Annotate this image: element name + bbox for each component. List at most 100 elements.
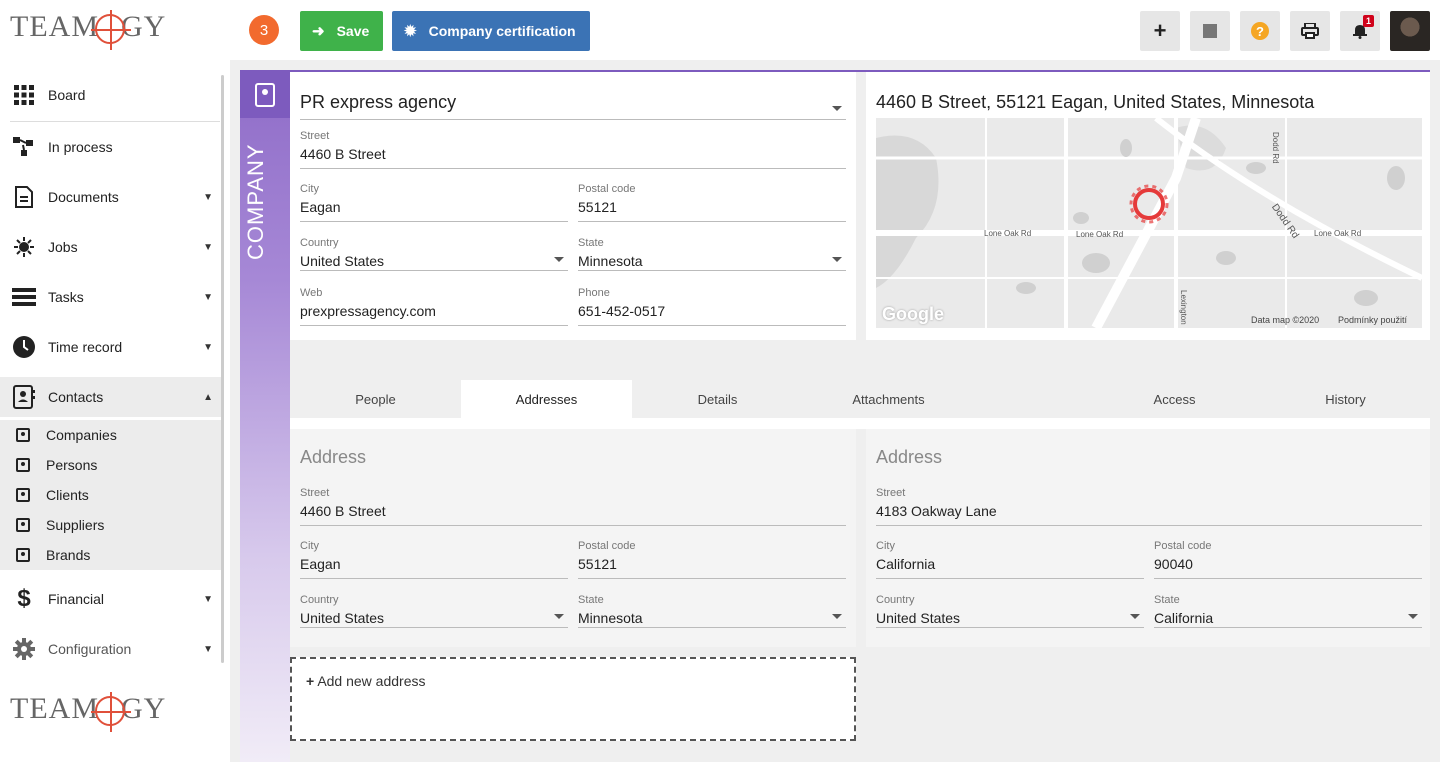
sidebar-item-label: Financial <box>48 591 105 607</box>
country-select[interactable]: Country United States <box>876 594 1144 628</box>
field-label: State <box>1154 594 1180 606</box>
postal-code-field[interactable]: Postal code 55121 <box>578 183 846 222</box>
sidebar-subitem-brands[interactable]: Brands <box>0 540 221 570</box>
help-button[interactable]: ? <box>1240 11 1280 51</box>
postal-code-field[interactable]: Postal code 55121 <box>578 540 846 579</box>
caret-down-icon: ▼ <box>203 191 213 203</box>
sidebar-item-board[interactable]: Board <box>0 75 221 115</box>
sidebar-item-label: Contacts <box>48 389 104 405</box>
field-label: State <box>578 594 604 606</box>
sidebar-item-label: Board <box>48 87 86 103</box>
caret-down-icon: ▼ <box>203 341 213 353</box>
sidebar-item-configuration[interactable]: Configuration ▼ <box>0 629 221 669</box>
tab-people[interactable]: People <box>290 380 461 418</box>
dropdown-arrow-icon <box>554 614 564 619</box>
address-card: Address Street 4460 B Street City Eagan … <box>290 429 856 647</box>
state-select[interactable]: State California <box>1154 594 1422 628</box>
dropdown-arrow-icon <box>1408 614 1418 619</box>
location-map[interactable]: Lone Oak Rd Lone Oak Rd Lone Oak Rd Dodd… <box>876 118 1422 328</box>
city-field[interactable]: City California <box>876 540 1144 579</box>
field-value: 4460 B Street <box>300 503 386 519</box>
sidebar-item-label: Jobs <box>48 239 78 255</box>
sidebar-item-contacts[interactable]: Contacts ▲ <box>0 377 221 417</box>
sidebar-item-jobs[interactable]: Jobs ▼ <box>0 227 221 267</box>
field-label: Country <box>876 594 915 606</box>
field-label: Phone <box>578 287 610 299</box>
document-icon <box>12 185 36 209</box>
city-field[interactable]: City Eagan <box>300 183 568 222</box>
logo-text: TEAM <box>10 692 99 725</box>
caret-down-icon: ▼ <box>203 291 213 303</box>
logo-crosshair-icon <box>91 692 131 733</box>
add-button[interactable]: + <box>1140 11 1180 51</box>
add-address-label: Add new address <box>317 673 426 689</box>
phone-field[interactable]: Phone 651-452-0517 <box>578 287 846 326</box>
tasks-icon <box>12 285 36 309</box>
map-address-title: 4460 B Street, 55121 Eagan, United State… <box>876 92 1315 112</box>
dropdown-arrow-icon <box>832 106 842 111</box>
sidebar-subitem-persons[interactable]: Persons <box>0 450 221 480</box>
company-name-select[interactable]: PR express agency <box>300 92 846 120</box>
plus-icon: + <box>306 673 315 689</box>
contact-book-icon <box>240 72 290 118</box>
sidebar-item-tasks[interactable]: Tasks ▼ <box>0 277 221 317</box>
sidebar-subitem-suppliers[interactable]: Suppliers <box>0 510 221 540</box>
state-select[interactable]: State Minnesota <box>578 237 846 271</box>
tab-attachments[interactable]: Attachments <box>803 380 974 418</box>
sidebar-item-financial[interactable]: $ Financial ▼ <box>0 579 221 619</box>
user-avatar[interactable] <box>1390 11 1430 51</box>
tab-details[interactable]: Details <box>632 380 803 418</box>
workflow-icon <box>12 135 36 159</box>
sidebar-subitem-clients[interactable]: Clients <box>0 480 221 510</box>
counter-badge[interactable]: 3 <box>249 15 279 45</box>
postal-code-field[interactable]: Postal code 90040 <box>1154 540 1422 579</box>
city-field[interactable]: City Eagan <box>300 540 568 579</box>
company-certification-button[interactable]: ✹ Company certification <box>392 11 590 51</box>
field-value: 55121 <box>578 199 617 215</box>
save-button[interactable]: ➜ Save <box>300 11 383 51</box>
note-button[interactable] <box>1190 11 1230 51</box>
add-new-address-button[interactable]: + Add new address <box>290 657 856 741</box>
field-label: Postal code <box>1154 540 1212 552</box>
field-label: Web <box>300 287 323 299</box>
gear-icon <box>12 637 36 661</box>
tab-addresses[interactable]: Addresses <box>461 380 632 418</box>
footer-logo: TEAM GY <box>10 692 166 733</box>
sidebar-item-time-record[interactable]: Time record ▼ <box>0 327 221 367</box>
address-title: Address <box>876 447 943 467</box>
country-select[interactable]: Country United States <box>300 594 568 628</box>
road-label: Lone Oak Rd <box>984 229 1032 238</box>
web-field[interactable]: Web prexpressagency.com <box>300 287 568 326</box>
sidebar-item-label: Documents <box>48 189 119 205</box>
street-field[interactable]: Street 4183 Oakway Lane <box>876 487 1422 526</box>
street-field[interactable]: Street 4460 B Street <box>300 487 846 526</box>
jobs-icon <box>12 235 36 259</box>
app-logo[interactable]: TEAM GY <box>10 10 166 51</box>
state-select[interactable]: State Minnesota <box>578 594 846 628</box>
map-brand: Google <box>882 304 944 324</box>
dropdown-arrow-icon <box>554 257 564 262</box>
street-field[interactable]: Street 4460 B Street <box>300 130 846 169</box>
tab-access[interactable]: Access <box>1089 380 1260 418</box>
sidebar-scrollbar[interactable] <box>221 75 224 663</box>
caret-down-icon: ▼ <box>203 643 213 655</box>
sidebar-item-label: Companies <box>46 427 117 443</box>
country-select[interactable]: Country United States <box>300 237 568 271</box>
tab-history[interactable]: History <box>1260 380 1431 418</box>
field-value: United States <box>300 253 385 269</box>
map-terms-link[interactable]: Podmínky použití <box>1338 315 1407 325</box>
sidebar-item-in-process[interactable]: In process <box>0 127 221 167</box>
field-value: 4183 Oakway Lane <box>876 503 997 519</box>
notifications-button[interactable]: 1 <box>1340 11 1380 51</box>
dropdown-arrow-icon <box>832 257 842 262</box>
contact-card-icon <box>16 548 30 562</box>
tab-bar: People Addresses Details Attachments Acc… <box>290 380 1430 418</box>
sidebar-item-documents[interactable]: Documents ▼ <box>0 177 221 217</box>
field-value: prexpressagency.com <box>300 303 436 319</box>
address-card: Address Street 4183 Oakway Lane City Cal… <box>866 429 1430 647</box>
sidebar-subitem-companies[interactable]: Companies <box>0 420 221 450</box>
strip-label: COMPANY <box>243 143 268 260</box>
print-button[interactable] <box>1290 11 1330 51</box>
contact-card-icon <box>16 488 30 502</box>
field-label: Country <box>300 594 339 606</box>
